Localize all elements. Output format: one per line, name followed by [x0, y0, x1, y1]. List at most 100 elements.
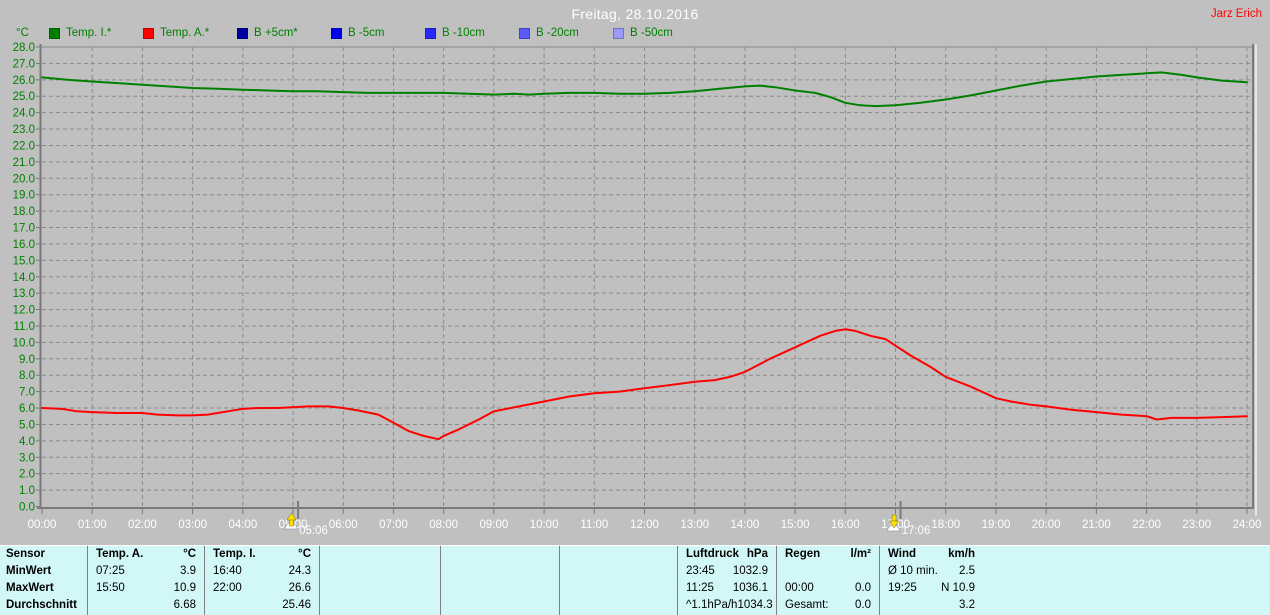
x-tick-label: 03:00: [178, 519, 207, 531]
sensor-unit: km/h: [948, 548, 975, 560]
sensor-unit: °C: [183, 548, 196, 560]
table-row-label: MinWert: [6, 565, 52, 577]
y-tick-label: 15.0: [13, 255, 35, 267]
weather-app-window: { "window": { "title": "Freitag, 28.10.2…: [0, 0, 1270, 615]
table-cell: 3.2: [880, 597, 983, 614]
cell-value: 1034.3: [737, 599, 773, 611]
cell-value: 1036.1: [732, 582, 768, 594]
x-tick-label: 15:00: [781, 519, 810, 531]
y-tick-label: 28.0: [13, 42, 35, 54]
table-column-header: Luftdruck hPa: [678, 546, 776, 563]
table-row-label: Durchschnitt: [6, 599, 77, 611]
table-column-header: [320, 546, 440, 563]
cell-value: 10.9: [173, 582, 196, 594]
table-cell: 22:00 26.6: [205, 580, 319, 597]
y-tick-label: 0.0: [19, 502, 35, 514]
y-tick-label: 27.0: [13, 58, 35, 70]
y-tick-label: 12.0: [13, 305, 35, 317]
stats-table: Sensor MinWert MaxWert Durchschnitt Temp. A.…: [0, 545, 1270, 615]
x-tick-label: 06:00: [329, 519, 358, 531]
y-tick-label: 17.0: [13, 223, 35, 235]
table-cell: [320, 597, 440, 614]
cell-time: 22:00: [213, 582, 242, 594]
y-tick-label: 16.0: [13, 239, 35, 251]
sensor-name: Luftdruck: [686, 548, 740, 560]
table-sensor-column-temp-i-: Temp. I. °C 16:40 24.3 22:00 26.6 25.46: [205, 546, 320, 615]
sunset-time-label: 17:06: [902, 525, 931, 537]
sensor-name: Temp. A.: [96, 548, 144, 560]
cell-value: 1032.9: [732, 565, 768, 577]
table-column-header: Temp. A. °C: [88, 546, 204, 563]
table-sensor-column-regen: Regen l/m² 00:00 0.0 Gesamt: 0.0: [777, 546, 880, 615]
cell-time: ^1.1hPa/h: [686, 599, 738, 611]
y-tick-label: 20.0: [13, 173, 35, 185]
table-sensor-column-wind: Wind km/h Ø 10 min. 2.5 19:25 N 10.9 3.2: [880, 546, 1270, 615]
table-cell: 16:40 24.3: [205, 563, 319, 580]
y-tick-label: 25.0: [13, 91, 35, 103]
cell-time: 00:00: [785, 582, 814, 594]
table-cell: 23:45 1032.9: [678, 563, 776, 580]
x-tick-label: 21:00: [1082, 519, 1111, 531]
y-tick-label: 1.0: [19, 485, 35, 497]
cell-value: 3.2: [959, 599, 975, 611]
cell-time: Gesamt:: [785, 599, 829, 611]
table-column-header: [560, 546, 677, 563]
table-cell: Ø 10 min. 2.5: [880, 563, 983, 580]
table-cell: 00:00 0.0: [777, 580, 879, 597]
y-tick-label: 26.0: [13, 75, 35, 87]
table-column-header: Temp. I. °C: [205, 546, 319, 563]
x-tick-label: 04:00: [228, 519, 257, 531]
table-cell: ^1.1hPa/h 1034.3: [678, 597, 776, 614]
y-tick-label: 3.0: [19, 452, 35, 464]
sensor-unit: °C: [298, 548, 311, 560]
table-cell: 19:25 N 10.9: [880, 580, 983, 597]
y-tick-label: 2.0: [19, 469, 35, 481]
y-tick-label: 14.0: [13, 272, 35, 284]
table-column-header: [441, 546, 559, 563]
y-tick-label: 19.0: [13, 190, 35, 202]
x-tick-label: 11:00: [580, 519, 608, 531]
sunrise-time-label: 05:06: [299, 525, 328, 537]
table-cell: [777, 563, 879, 580]
table-sensor-column-empty: [320, 546, 441, 615]
table-sensor-column-temp-a-: Temp. A. °C 07:25 3.9 15:50 10.9 6.68: [88, 546, 205, 615]
cell-value: 2.5: [959, 565, 975, 577]
y-tick-label: 10.0: [13, 337, 35, 349]
y-tick-label: 23.0: [13, 124, 35, 136]
cell-value: 6.68: [173, 599, 196, 611]
y-tick-label: 4.0: [19, 436, 35, 448]
chart-plot-area[interactable]: 0.0 1.0 2.0 3.0 4.0 5.0 6.0 7.0 8.0 9.0 10.0 11.0 12…: [0, 0, 1270, 545]
x-tick-label: 14:00: [731, 519, 760, 531]
table-cell: [560, 580, 677, 597]
cell-time: 16:40: [213, 565, 242, 577]
cell-value: 26.6: [288, 582, 311, 594]
table-cell: [441, 580, 559, 597]
table-cell: [441, 597, 559, 614]
sensor-unit: l/m²: [850, 548, 871, 560]
table-sensor-column-empty: [560, 546, 678, 615]
sensor-name: Temp. I.: [213, 548, 256, 560]
table-cell: 6.68: [88, 597, 204, 614]
x-tick-label: 22:00: [1132, 519, 1161, 531]
x-tick-label: 12:00: [630, 519, 659, 531]
x-tick-label: 24:00: [1233, 519, 1262, 531]
sensor-name: Wind: [888, 548, 916, 560]
table-cell: 11:25 1036.1: [678, 580, 776, 597]
cell-time: 07:25: [96, 565, 125, 577]
table-row-label: Sensor: [6, 548, 45, 560]
cell-value: 3.9: [180, 565, 196, 577]
table-cell: [560, 597, 677, 614]
x-tick-label: 23:00: [1182, 519, 1211, 531]
y-tick-label: 11.0: [13, 321, 35, 333]
sensor-name: Regen: [785, 548, 821, 560]
x-tick-label: 13:00: [680, 519, 709, 531]
x-tick-label: 19:00: [982, 519, 1011, 531]
y-tick-label: 21.0: [13, 157, 35, 169]
x-tick-label: 00:00: [28, 519, 57, 531]
cell-time: 23:45: [686, 565, 715, 577]
x-tick-label: 20:00: [1032, 519, 1061, 531]
table-cell: Gesamt: 0.0: [777, 597, 879, 614]
table-sensor-column-luftdruck: Luftdruck hPa 23:45 1032.9 11:25 1036.1 ^1.1hP…: [678, 546, 777, 615]
table-cell: [320, 580, 440, 597]
x-tick-label: 01:00: [78, 519, 107, 531]
